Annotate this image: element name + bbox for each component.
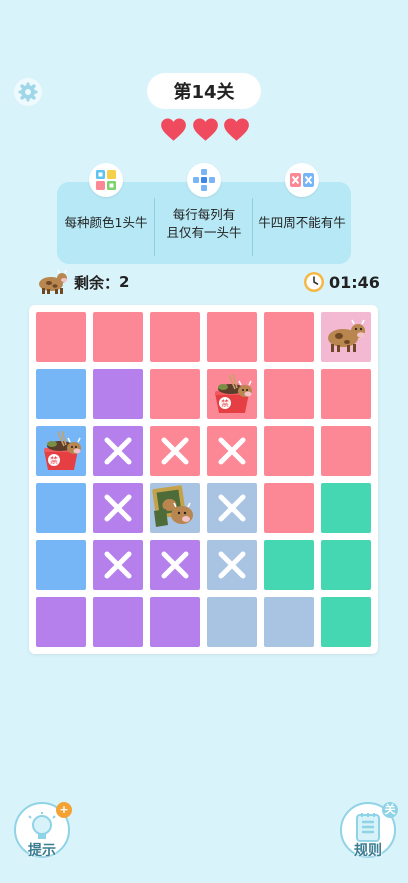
board-cell-r4-c1[interactable] xyxy=(36,483,86,533)
x-mark-icon xyxy=(218,494,246,522)
x-mark-icon xyxy=(218,437,246,465)
board-cell-r2-c2[interactable] xyxy=(93,369,143,419)
board-cell-r1-c5[interactable] xyxy=(264,312,314,362)
heart-icon xyxy=(192,118,218,141)
remaining-counter: 剩余： 2 xyxy=(36,268,129,296)
board-cell-r5-c6[interactable] xyxy=(321,540,371,590)
remaining-label: 剩余： xyxy=(74,273,120,292)
board-cell-r6-c1[interactable] xyxy=(36,597,86,647)
board-cell-r6-c6[interactable] xyxy=(321,597,371,647)
clock-icon xyxy=(304,272,324,292)
rule-icon-adjacent xyxy=(285,163,319,197)
rule-divider xyxy=(154,198,155,256)
hint-label: 提示 xyxy=(28,843,56,859)
rules-badge: 关 xyxy=(382,802,398,818)
board-cell-r1-c2[interactable] xyxy=(93,312,143,362)
cow-bowl-icon: 禁 xyxy=(215,373,252,413)
x-mark-icon xyxy=(104,437,132,465)
x-mark-icon xyxy=(218,551,246,579)
board-cell-r5-c3[interactable] xyxy=(150,540,200,590)
game-board: 禁禁 xyxy=(29,305,378,654)
board-cell-r5-c5[interactable] xyxy=(264,540,314,590)
board-cell-r1-c3[interactable] xyxy=(150,312,200,362)
board-cell-r3-c1[interactable]: 禁 xyxy=(36,426,86,476)
lives-indicator xyxy=(160,116,250,146)
board-cell-r3-c2[interactable] xyxy=(93,426,143,476)
board-cell-r2-c4[interactable]: 禁 xyxy=(207,369,257,419)
board-cell-r1-c4[interactable] xyxy=(207,312,257,362)
x-mark-icon xyxy=(104,494,132,522)
board-cell-r4-c5[interactable] xyxy=(264,483,314,533)
board-cell-r6-c3[interactable] xyxy=(150,597,200,647)
gear-icon xyxy=(18,82,38,102)
x-mark-icon xyxy=(161,437,189,465)
cow-frame-icon xyxy=(152,485,193,527)
board-cell-r3-c3[interactable] xyxy=(150,426,200,476)
board-cell-r3-c5[interactable] xyxy=(264,426,314,476)
no-adjacent-icon xyxy=(290,173,314,187)
timer-text: 01:46 xyxy=(329,272,380,292)
hint-button[interactable]: + 提示 xyxy=(14,802,72,859)
board-cell-r1-c1[interactable] xyxy=(36,312,86,362)
svg-text:禁: 禁 xyxy=(50,456,58,465)
x-mark-icon xyxy=(161,551,189,579)
timer: 01:46 xyxy=(303,269,380,295)
cow-icon xyxy=(328,319,365,352)
cow-icon xyxy=(39,269,67,294)
hint-plus-badge: + xyxy=(56,802,72,818)
board-cell-r5-c4[interactable] xyxy=(207,540,257,590)
board-cell-r6-c2[interactable] xyxy=(93,597,143,647)
board-cell-r1-c6[interactable] xyxy=(321,312,371,362)
board-cell-r4-c3[interactable] xyxy=(150,483,200,533)
level-title-text: 第14关 xyxy=(173,82,235,103)
board-cell-r6-c4[interactable] xyxy=(207,597,257,647)
cross-grid-icon xyxy=(193,169,215,191)
rule-text-adjacent: 牛四周不能有牛 xyxy=(258,215,346,230)
rule-icon-color xyxy=(89,163,123,197)
settings-button[interactable] xyxy=(14,78,42,106)
board-cell-r2-c5[interactable] xyxy=(264,369,314,419)
board-cell-r2-c6[interactable] xyxy=(321,369,371,419)
level-title: 第14关 xyxy=(147,73,261,109)
board-cell-r4-c6[interactable] xyxy=(321,483,371,533)
rule-icon-cross xyxy=(187,163,221,197)
board-cell-r6-c5[interactable] xyxy=(264,597,314,647)
svg-text:禁: 禁 xyxy=(221,399,229,408)
board-cell-r3-c4[interactable] xyxy=(207,426,257,476)
heart-icon xyxy=(161,118,186,141)
cow-bowl-icon: 禁 xyxy=(44,430,81,470)
rule-text-color: 每种颜色1头牛 xyxy=(64,215,148,230)
board-cell-r2-c1[interactable] xyxy=(36,369,86,419)
rule-text-row-col: 每行每列有 且仅有一头牛 xyxy=(166,207,242,240)
board-cell-r4-c4[interactable] xyxy=(207,483,257,533)
board-cell-r2-c3[interactable] xyxy=(150,369,200,419)
color-grid-icon xyxy=(96,170,116,190)
board-cell-r3-c6[interactable] xyxy=(321,426,371,476)
rule-divider xyxy=(252,198,253,256)
rules-button[interactable]: 关 规则 xyxy=(340,802,398,859)
board-cell-r5-c2[interactable] xyxy=(93,540,143,590)
board-cell-r5-c1[interactable] xyxy=(36,540,86,590)
x-mark-icon xyxy=(104,551,132,579)
heart-icon xyxy=(224,118,249,141)
remaining-value: 2 xyxy=(119,273,130,291)
board-cell-r4-c2[interactable] xyxy=(93,483,143,533)
rules-label: 规则 xyxy=(354,843,382,859)
